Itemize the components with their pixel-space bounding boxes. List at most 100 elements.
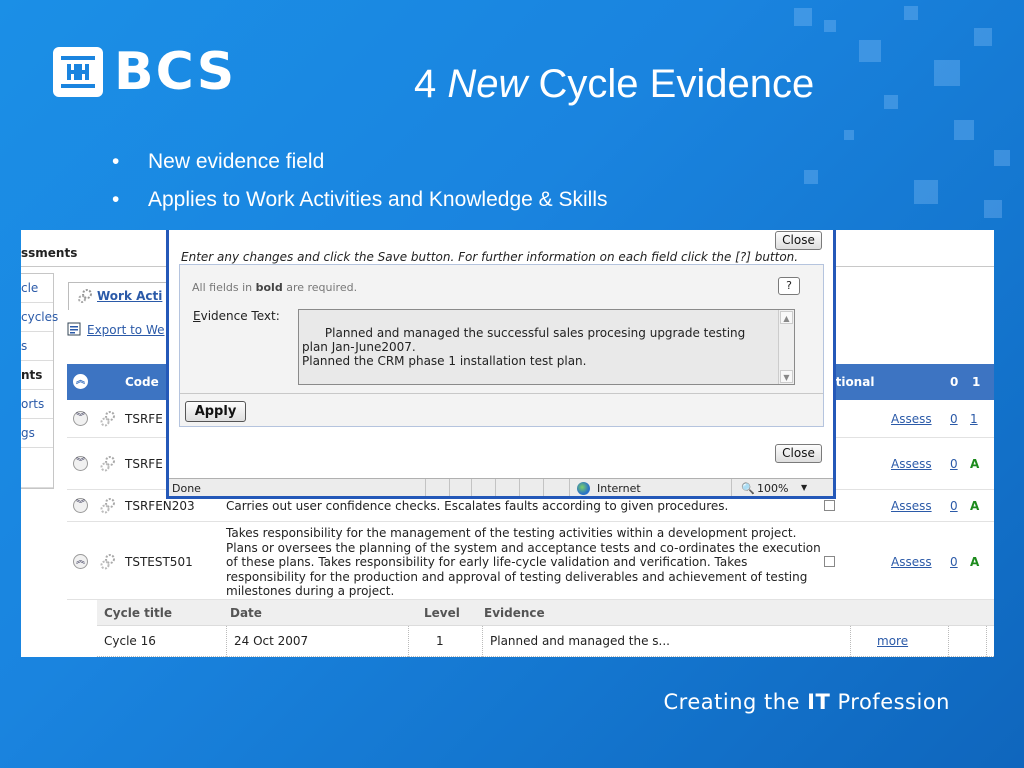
popup-instructions: Enter any changes and click the Save but…: [181, 250, 799, 264]
assess-link[interactable]: Assess: [891, 412, 932, 426]
level-0-link[interactable]: 0: [950, 412, 958, 426]
scroll-down-icon[interactable]: ▼: [780, 370, 793, 383]
side-nav-item[interactable]: cycles: [21, 303, 58, 332]
word-doc-icon: [67, 322, 81, 336]
assess-link[interactable]: Assess: [891, 555, 932, 569]
slide-title: 4 New Cycle Evidence: [414, 62, 814, 107]
bcs-logo: BCS: [52, 46, 236, 98]
side-nav-item[interactable]: gs: [21, 419, 53, 448]
side-nav-item[interactable]: orts: [21, 390, 53, 419]
zoom-dropdown-icon[interactable]: ▼: [801, 483, 807, 492]
footer-bold: IT: [807, 690, 831, 714]
expand-icon[interactable]: ︾: [73, 456, 88, 471]
column-header-code[interactable]: Code: [125, 375, 159, 389]
close-button[interactable]: Close: [775, 444, 822, 463]
divider: [180, 393, 823, 394]
bullet-glyph: •: [112, 188, 120, 211]
cycle-subtable: Cycle title Date Level Evidence Cycle 16…: [67, 600, 994, 657]
side-nav-item-active[interactable]: nts: [21, 361, 53, 390]
bullet-text: New evidence field: [148, 150, 325, 173]
gear-icon: [100, 498, 115, 514]
row-description: Carries out user confidence checks. Esca…: [226, 499, 729, 513]
required-note-bold: bold: [255, 281, 283, 294]
evidence-label-rest: vidence Text:: [200, 309, 280, 323]
scroll-up-icon[interactable]: ▲: [780, 311, 793, 324]
assess-link[interactable]: Assess: [891, 499, 932, 513]
divider: [482, 626, 483, 657]
required-note-post: are required.: [282, 281, 358, 294]
title-prefix: 4: [414, 62, 448, 106]
divider: [519, 479, 520, 496]
zone-label: Internet: [597, 482, 641, 495]
expand-icon[interactable]: ︾: [73, 411, 88, 426]
gear-icon: [78, 289, 92, 303]
side-nav-item[interactable]: cle: [21, 274, 53, 303]
expand-icon[interactable]: ︾: [73, 498, 88, 513]
title-suffix: Cycle Evidence: [527, 62, 815, 106]
title-emphasis: New: [447, 62, 528, 106]
subtable-row: Cycle 16 24 Oct 2007 1 Planned and manag…: [97, 626, 994, 657]
apply-button[interactable]: Apply: [185, 401, 246, 422]
bullet-item: • Applies to Work Activities and Knowledg…: [112, 188, 608, 212]
optional-checkbox[interactable]: [824, 556, 835, 567]
cycle-level: 1: [436, 634, 444, 648]
footer-post: Profession: [830, 690, 950, 714]
bullet-text: Applies to Work Activities and Knowledge…: [148, 188, 608, 211]
cycle-evidence: Planned and managed the s...: [490, 634, 670, 648]
row-description: Takes responsibility for the management …: [226, 526, 821, 598]
decorative-squares: [764, 0, 1024, 230]
status-text: Done: [172, 482, 201, 495]
footer-pre: Creating the: [663, 690, 808, 714]
cycle-title: Cycle 16: [104, 634, 156, 648]
close-button[interactable]: Close: [775, 231, 822, 250]
collapse-icon[interactable]: ︽: [73, 554, 88, 569]
zoom-icon: 🔍: [741, 482, 755, 495]
row-code: TSRFEN203: [125, 499, 195, 513]
more-link[interactable]: more: [877, 634, 908, 648]
export-link[interactable]: Export to We: [87, 323, 165, 337]
section-title: ssments: [21, 246, 78, 260]
divider: [226, 626, 227, 657]
divider: [449, 479, 450, 496]
required-note: All fields in bold are required.: [192, 281, 357, 294]
subtable-header: Cycle title Date Level Evidence: [97, 600, 994, 626]
level-status: A: [970, 555, 980, 569]
cycle-date: 24 Oct 2007: [234, 634, 309, 648]
tab-label: Work Acti: [97, 289, 163, 303]
gear-icon: [100, 411, 115, 427]
divider: [850, 626, 851, 657]
evidence-label: Evidence Text:: [193, 309, 280, 323]
divider: [543, 479, 544, 496]
divider: [495, 479, 496, 496]
zoom-level[interactable]: 100%: [757, 482, 788, 495]
subheader-evidence: Evidence: [484, 606, 545, 620]
divider: [731, 479, 732, 496]
help-button[interactable]: ?: [778, 277, 800, 295]
column-header-0: 0: [950, 375, 959, 389]
divider: [408, 626, 409, 657]
column-header-1: 1: [972, 375, 981, 389]
row-code: TSRFE: [125, 412, 163, 426]
browser-statusbar: Done Internet 🔍 100% ▼: [169, 478, 833, 496]
bullet-item: • New evidence field: [112, 150, 608, 174]
textarea-scrollbar[interactable]: ▲ ▼: [778, 310, 794, 384]
evidence-label-accesskey: E: [193, 309, 201, 323]
gear-icon: [100, 554, 115, 570]
level-0-link[interactable]: 0: [950, 555, 958, 569]
level-0-link[interactable]: 0: [950, 457, 958, 471]
level-1-link[interactable]: 1: [970, 412, 978, 426]
side-nav-item[interactable]: s: [21, 332, 53, 361]
level-0-link[interactable]: 0: [950, 499, 958, 513]
level-status: A: [970, 457, 980, 471]
bullet-list: • New evidence field • Applies to Work Act…: [112, 150, 608, 226]
side-nav: cle cycles s nts orts gs: [21, 273, 58, 489]
optional-checkbox[interactable]: [824, 500, 835, 511]
divider: [569, 479, 570, 496]
evidence-text-field[interactable]: Planned and managed the successful sales…: [298, 309, 795, 385]
collapse-all-icon[interactable]: ︽: [73, 374, 88, 389]
assess-link[interactable]: Assess: [891, 457, 932, 471]
slide-footer: Creating the IT Profession: [664, 690, 950, 714]
bullet-glyph: •: [112, 150, 120, 173]
bcs-shield-icon: [53, 47, 103, 97]
gear-icon: [100, 456, 115, 472]
